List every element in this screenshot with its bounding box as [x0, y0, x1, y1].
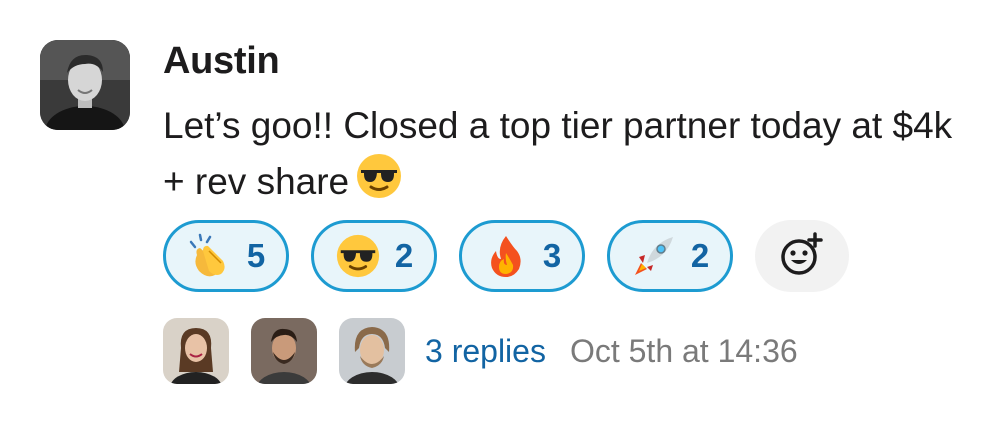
reply-avatar[interactable]	[339, 318, 405, 384]
reaction-sunglasses[interactable]: 2	[311, 220, 437, 292]
sunglasses-emoji-icon	[355, 152, 403, 214]
reactions-row: 5 2 3 2	[163, 220, 849, 292]
reaction-count: 3	[542, 237, 562, 274]
message-timestamp[interactable]: Oct 5th at 14:36	[570, 333, 798, 370]
replies-link[interactable]: 3 replies	[425, 333, 546, 370]
reaction-count: 2	[394, 237, 414, 274]
sunglasses-emoji-icon	[335, 233, 381, 279]
author-avatar[interactable]	[40, 40, 130, 130]
reaction-rocket[interactable]: 2	[607, 220, 733, 292]
message-container: Austin Let’s goo!! Closed a top tier par…	[0, 0, 1000, 430]
reaction-count: 2	[690, 237, 710, 274]
fire-icon	[483, 233, 529, 279]
reply-avatar[interactable]	[163, 318, 229, 384]
message-body: Let’s goo!! Closed a top tier partner to…	[163, 100, 983, 214]
author-name[interactable]: Austin	[163, 40, 280, 83]
reaction-count: 5	[246, 237, 266, 274]
thread-summary: 3 replies Oct 5th at 14:36	[163, 318, 798, 384]
add-emoji-icon	[779, 231, 825, 282]
rocket-icon	[631, 233, 677, 279]
reaction-clapping-hands[interactable]: 5	[163, 220, 289, 292]
clapping-hands-icon	[187, 233, 233, 279]
reaction-fire[interactable]: 3	[459, 220, 585, 292]
message-text: Let’s goo!! Closed a top tier partner to…	[163, 105, 953, 202]
reply-avatar[interactable]	[251, 318, 317, 384]
add-reaction-button[interactable]	[755, 220, 849, 292]
